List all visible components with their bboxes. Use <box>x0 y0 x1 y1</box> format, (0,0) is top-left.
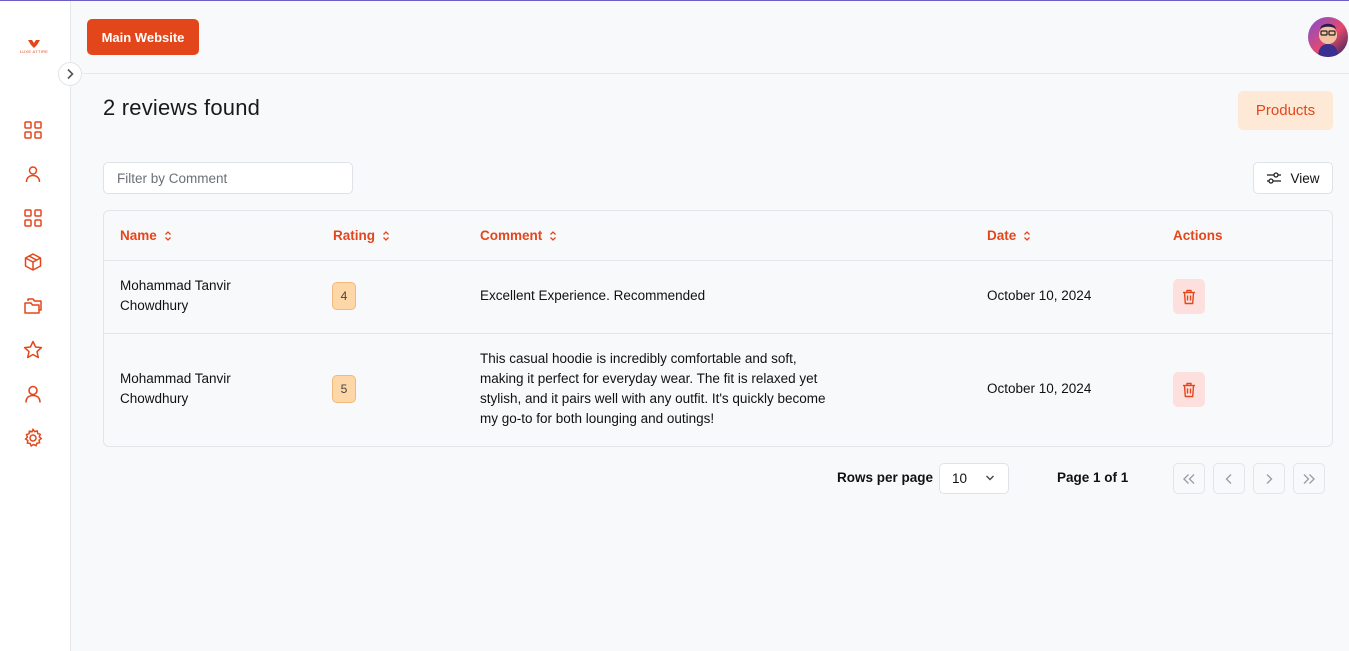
main-website-button[interactable]: Main Website <box>87 19 199 55</box>
column-header-name[interactable]: Name <box>120 228 172 243</box>
last-page-button[interactable] <box>1293 463 1325 494</box>
reviews-table: Name Rating Comment Date Actions Mohamma… <box>103 210 1333 447</box>
chevron-right-icon <box>67 68 74 80</box>
grid-icon <box>24 209 42 227</box>
top-bar: Main Website <box>71 1 1349 74</box>
review-comment: Excellent Experience. Recommended <box>480 288 706 303</box>
sidebar-item-settings[interactable] <box>22 427 44 449</box>
chevron-left-icon <box>1225 473 1232 484</box>
reviewer-name-line2: Chowdhury <box>120 298 189 313</box>
chevron-right-icon <box>1266 473 1273 484</box>
review-date: October 10, 2024 <box>987 381 1092 396</box>
filter-comment-input[interactable] <box>103 162 353 194</box>
column-header-date-label: Date <box>987 228 1017 243</box>
sort-icon <box>383 230 389 241</box>
rating-badge: 5 <box>332 375 356 403</box>
rows-per-page-label: Rows per page <box>837 470 934 485</box>
collections-icon <box>24 298 42 314</box>
logo-icon <box>28 40 40 48</box>
rating-badge: 4 <box>332 282 356 310</box>
logo-text: LUXE ATTIRE <box>19 49 49 54</box>
account-icon <box>25 385 41 403</box>
reviewer-name-line1: Mohammad Tanvir <box>120 278 231 293</box>
sort-icon <box>1024 230 1031 241</box>
avatar[interactable] <box>1308 17 1348 57</box>
chevrons-right-icon <box>1303 473 1315 484</box>
rows-per-page-value: 10 <box>952 471 968 486</box>
delete-review-button[interactable] <box>1173 279 1205 314</box>
next-page-button[interactable] <box>1253 463 1285 494</box>
trash-icon <box>1183 289 1195 304</box>
settings-icon <box>24 428 43 447</box>
products-button[interactable]: Products <box>1238 91 1333 130</box>
rows-per-page-select[interactable]: 10 <box>939 463 1009 494</box>
column-header-comment[interactable]: Comment <box>480 228 557 243</box>
dashboard-icon <box>24 121 42 139</box>
first-page-button[interactable] <box>1173 463 1205 494</box>
sidebar-item-account[interactable] <box>22 383 44 405</box>
review-comment: This casual hoodie is incredibly comfort… <box>480 351 826 426</box>
delete-review-button[interactable] <box>1173 372 1205 407</box>
trash-icon <box>1183 382 1195 397</box>
column-header-date[interactable]: Date <box>987 228 1031 243</box>
user-icon <box>25 166 41 183</box>
sidebar-item-categories[interactable] <box>22 207 44 229</box>
sort-icon <box>164 230 171 241</box>
reviewer-name-line2: Chowdhury <box>120 391 189 406</box>
table-header: Name Rating Comment Date Actions <box>104 211 1332 261</box>
table-row: Mohammad Tanvir Chowdhury 5 This casual … <box>104 334 1332 446</box>
reviewer-name: Mohammad Tanvir Chowdhury <box>120 276 231 316</box>
reviewer-name: Mohammad Tanvir Chowdhury <box>120 369 231 409</box>
chevron-down-icon <box>986 475 994 481</box>
sort-icon <box>550 230 557 241</box>
review-date: October 10, 2024 <box>987 288 1092 303</box>
view-options-button[interactable]: View <box>1253 162 1333 194</box>
column-header-actions: Actions <box>1173 228 1223 243</box>
sidebar: LUXE ATTIRE <box>0 1 71 651</box>
sidebar-item-users[interactable] <box>22 163 44 185</box>
avatar-image <box>1318 23 1338 57</box>
brand-logo[interactable]: LUXE ATTIRE <box>17 39 51 57</box>
sliders-icon <box>1267 172 1282 184</box>
column-header-name-label: Name <box>120 228 157 243</box>
table-row: Mohammad Tanvir Chowdhury 4 Excellent Ex… <box>104 261 1332 334</box>
sidebar-item-dashboard[interactable] <box>22 119 44 141</box>
previous-page-button[interactable] <box>1213 463 1245 494</box>
column-header-actions-label: Actions <box>1173 228 1223 243</box>
sidebar-item-collections[interactable] <box>22 295 44 317</box>
star-icon <box>23 340 43 359</box>
column-header-comment-label: Comment <box>480 228 543 243</box>
chevrons-left-icon <box>1183 473 1195 484</box>
sidebar-collapse-toggle[interactable] <box>58 62 82 86</box>
column-header-rating-label: Rating <box>333 228 375 243</box>
reviewer-name-line1: Mohammad Tanvir <box>120 371 231 386</box>
page-info: Page 1 of 1 <box>1057 470 1129 485</box>
view-button-label: View <box>1290 170 1320 186</box>
column-header-rating[interactable]: Rating <box>333 228 390 243</box>
sidebar-item-products[interactable] <box>22 251 44 273</box>
page-title: 2 reviews found <box>103 95 261 120</box>
sidebar-item-reviews[interactable] <box>22 339 44 361</box>
package-icon <box>24 253 42 271</box>
